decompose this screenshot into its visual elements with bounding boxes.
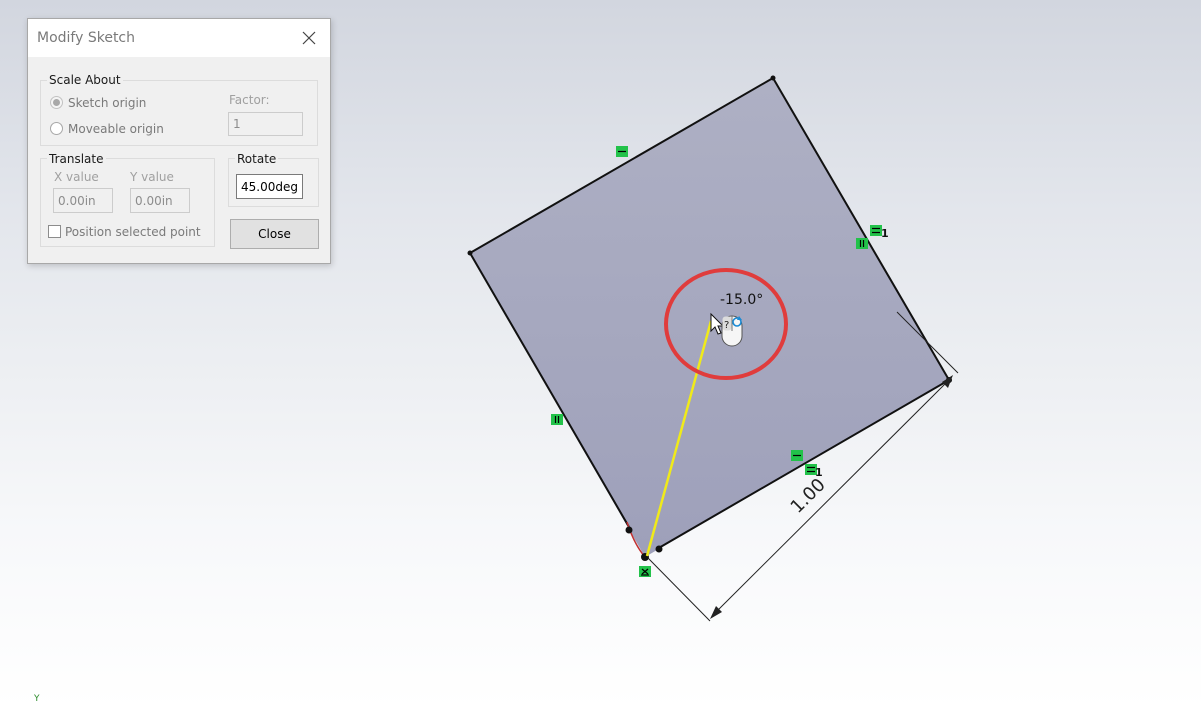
x-value-input[interactable] (53, 188, 113, 213)
vertex-endpoint-b[interactable] (655, 545, 663, 553)
rotate-input[interactable] (236, 174, 303, 199)
horizontal-relation-icon[interactable] (616, 146, 628, 157)
translate-legend: Translate (47, 152, 106, 166)
vertex-left[interactable] (467, 250, 473, 256)
moveable-origin-radio[interactable] (50, 122, 63, 135)
rotate-legend: Rotate (235, 152, 279, 166)
vertex-endpoint-a[interactable] (625, 526, 633, 534)
vertex-top[interactable] (770, 75, 776, 81)
fixed-relation-icon[interactable] (639, 566, 651, 577)
scale-about-legend: Scale About (47, 73, 123, 87)
dialog-titlebar[interactable]: Modify Sketch (28, 19, 330, 57)
question-mark-icon: ? (724, 320, 729, 331)
position-selected-checkbox[interactable] (48, 225, 61, 238)
y-value-input[interactable] (130, 188, 190, 213)
close-button[interactable]: Close (230, 219, 319, 249)
dialog-title: Modify Sketch (37, 30, 136, 46)
moveable-origin-label: Moveable origin (68, 122, 164, 136)
rotation-angle-readout: -15.0° (720, 292, 763, 308)
relation-index-2: 1 (815, 466, 823, 479)
vertical-relation-icon[interactable] (551, 414, 563, 425)
triad-y-axis-label: Y (34, 694, 40, 704)
position-selected-label: Position selected point (65, 225, 201, 239)
sketch-origin-radio[interactable] (50, 96, 63, 109)
close-icon[interactable] (298, 27, 320, 49)
horizontal-relation-icon[interactable] (791, 450, 803, 461)
factor-label: Factor: (229, 93, 270, 107)
sketch-square-face[interactable] (470, 78, 949, 557)
mouse-icon: ? (721, 315, 743, 347)
dimension-extension-2 (647, 557, 711, 622)
sketch-origin-label: Sketch origin (68, 96, 147, 110)
factor-input[interactable] (228, 112, 303, 136)
modify-sketch-dialog: Modify Sketch Scale About Sketch origin … (27, 18, 331, 264)
relation-index-1: 1 (881, 227, 889, 240)
dimension-value[interactable]: 1.00 (787, 475, 830, 518)
vertical-relation-icon[interactable] (856, 238, 868, 249)
y-value-label: Y value (130, 170, 174, 184)
x-value-label: X value (54, 170, 99, 184)
